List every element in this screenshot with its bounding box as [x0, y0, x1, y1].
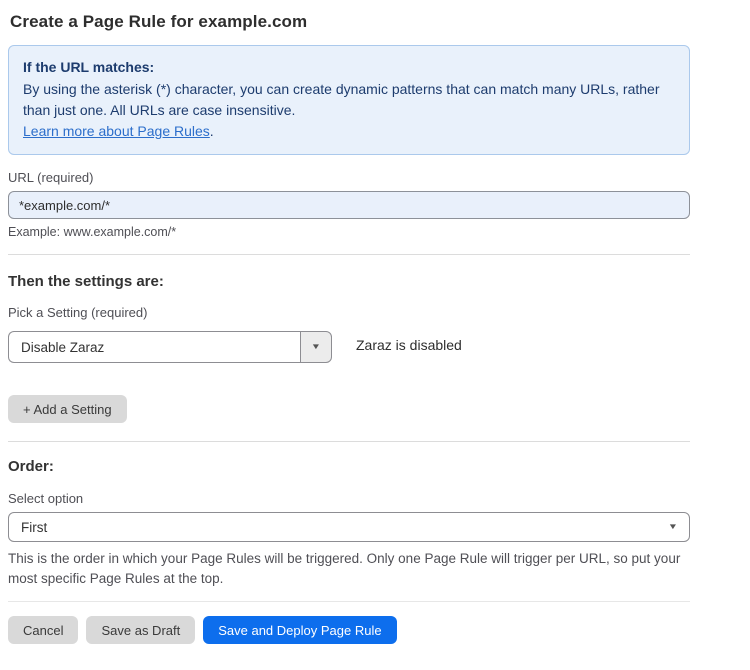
- url-example-text: Example: www.example.com/*: [8, 225, 690, 239]
- cancel-button[interactable]: Cancel: [8, 616, 78, 644]
- footer-actions: Cancel Save as Draft Save and Deploy Pag…: [8, 616, 690, 644]
- order-select-value: First: [21, 520, 47, 535]
- section-divider: [8, 441, 690, 442]
- chevron-down-icon: ▼: [311, 343, 321, 351]
- setting-select-value[interactable]: Disable Zaraz: [8, 331, 300, 363]
- order-select[interactable]: First ▼: [8, 512, 690, 542]
- learn-more-link[interactable]: Learn more about Page Rules: [23, 123, 210, 139]
- setting-select-arrow-button[interactable]: ▼: [300, 331, 332, 363]
- setting-status-text: Zaraz is disabled: [356, 337, 462, 353]
- setting-select[interactable]: Disable Zaraz ▼: [8, 331, 332, 363]
- url-input[interactable]: [8, 191, 690, 219]
- order-select-label: Select option: [8, 491, 690, 506]
- url-match-info-box: If the URL matches: By using the asteris…: [8, 45, 690, 155]
- link-suffix-text: .: [210, 123, 214, 139]
- save-and-deploy-button[interactable]: Save and Deploy Page Rule: [203, 616, 396, 644]
- page-title: Create a Page Rule for example.com: [10, 12, 690, 32]
- setting-picker-label: Pick a Setting (required): [8, 305, 690, 320]
- create-page-rule-form: Create a Page Rule for example.com If th…: [0, 0, 750, 670]
- add-setting-button[interactable]: + Add a Setting: [8, 395, 127, 423]
- footer-divider: [8, 601, 690, 602]
- url-field-label: URL (required): [8, 170, 690, 185]
- settings-section-heading: Then the settings are:: [8, 273, 690, 290]
- info-box-link-line: Learn more about Page Rules.: [23, 121, 675, 142]
- section-divider: [8, 254, 690, 255]
- order-section-heading: Order:: [8, 458, 690, 475]
- save-as-draft-button[interactable]: Save as Draft: [86, 616, 195, 644]
- info-box-heading: If the URL matches:: [23, 57, 675, 78]
- chevron-down-icon: ▼: [668, 523, 678, 531]
- info-box-body: By using the asterisk (*) character, you…: [23, 79, 675, 121]
- order-help-text: This is the order in which your Page Rul…: [8, 549, 690, 589]
- setting-picker-row: Disable Zaraz ▼ Zaraz is disabled: [8, 326, 690, 363]
